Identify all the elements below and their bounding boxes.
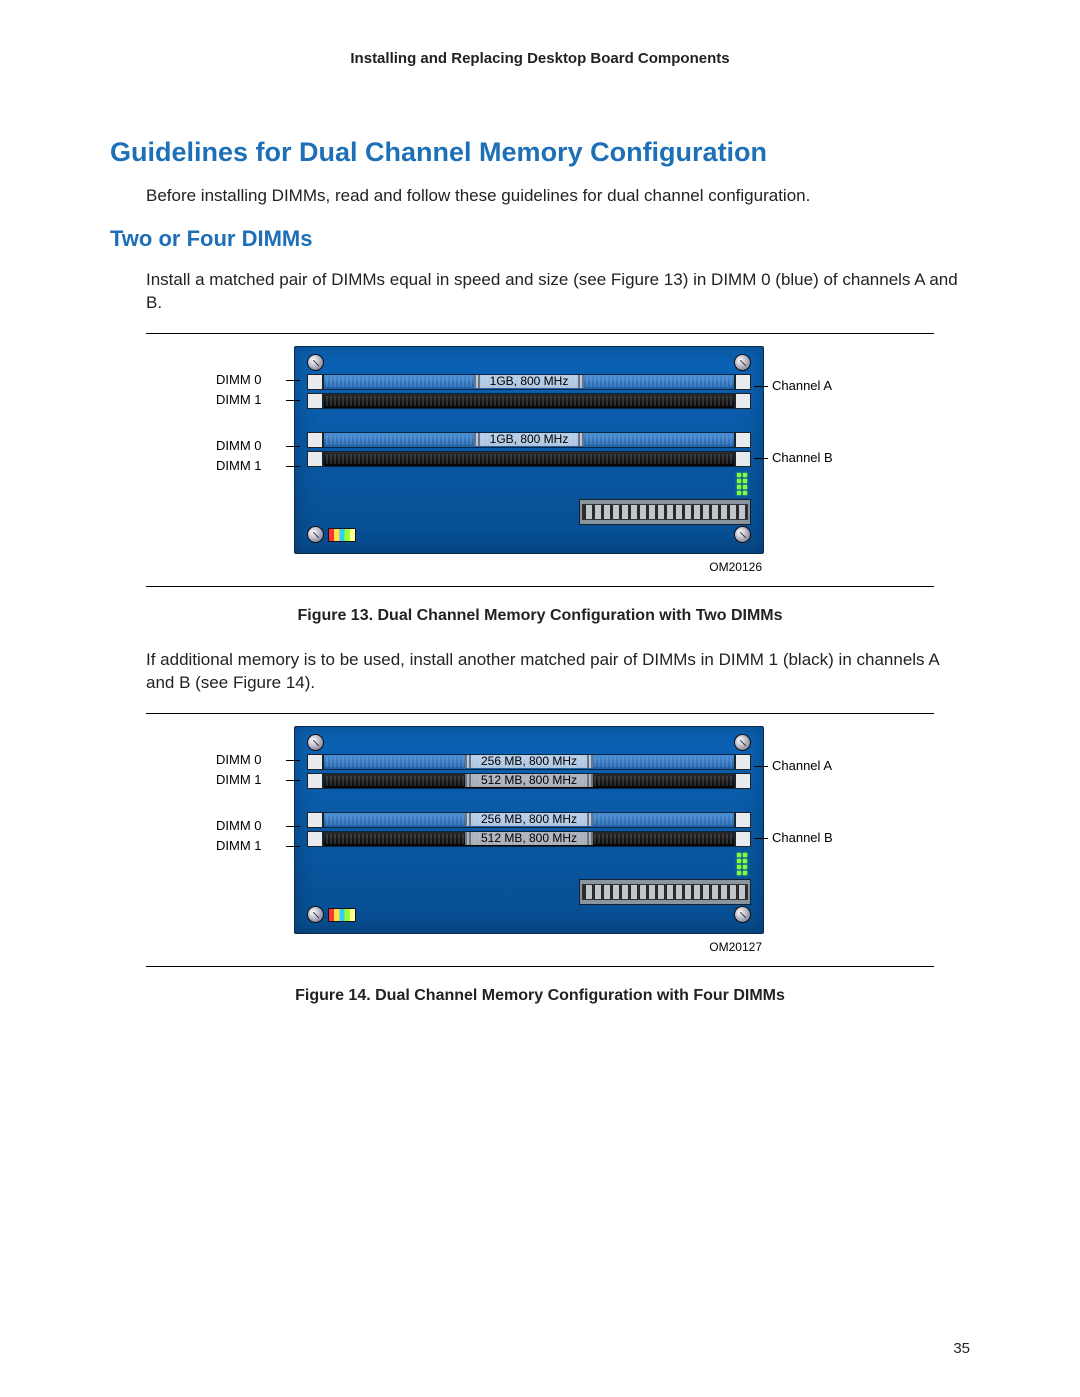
dimm-clip-icon (307, 831, 323, 847)
dimm-slot (323, 451, 735, 467)
channel-label: Channel B (772, 448, 864, 468)
paragraph-1: Install a matched pair of DIMMs equal in… (146, 269, 970, 315)
diagram-four-dimms: DIMM 0 DIMM 1 DIMM 0 DIMM 1 (146, 726, 934, 954)
channel-a-slots: 256 MB, 800 MHz 512 MB, 800 MHz (307, 754, 751, 789)
dimm-clip-icon (307, 754, 323, 770)
paragraph-2: If additional memory is to be used, inst… (146, 649, 970, 695)
dimm-clip-icon (735, 812, 751, 828)
screw-icon (307, 734, 324, 751)
left-labels: DIMM 0 DIMM 1 DIMM 0 DIMM 1 (216, 346, 294, 574)
front-panel-header-icon (328, 908, 356, 922)
dimm-label: DIMM 0 (216, 816, 294, 836)
dimm-clip-icon (307, 451, 323, 467)
dimm-clip-icon (307, 432, 323, 448)
dimm-label: DIMM 1 (216, 390, 294, 410)
rule-top-fig13 (146, 333, 934, 334)
rule-bottom-fig13 (146, 586, 934, 587)
memory-label: 512 MB, 800 MHz (465, 832, 593, 845)
power-connector-icon (579, 879, 751, 905)
dimm-slot: 512 MB, 800 MHz (323, 831, 735, 847)
figure-14-caption: Figure 14. Dual Channel Memory Configura… (110, 987, 970, 1005)
dimm-slot: 256 MB, 800 MHz (323, 812, 735, 828)
dimm-clip-icon (735, 773, 751, 789)
dimm-label: DIMM 0 (216, 370, 294, 390)
dimm-slot (323, 393, 735, 409)
rule-bottom-fig14 (146, 966, 934, 967)
dimm-clip-icon (735, 393, 751, 409)
dimm-clip-icon (735, 831, 751, 847)
channel-label: Channel A (772, 756, 864, 776)
channel-label: Channel B (772, 828, 864, 848)
channel-a-slots: 1GB, 800 MHz (307, 374, 751, 409)
screw-icon (307, 354, 324, 371)
dimm-slot: 256 MB, 800 MHz (323, 754, 735, 770)
screw-icon (307, 906, 324, 923)
led-block-icon (737, 473, 747, 495)
dimm-clip-icon (735, 451, 751, 467)
power-connector-icon (579, 499, 751, 525)
board-pcb: 256 MB, 800 MHz 512 MB, 800 MHz (294, 726, 764, 934)
page-title: Guidelines for Dual Channel Memory Confi… (110, 137, 970, 168)
dimm-clip-icon (735, 374, 751, 390)
screw-icon (307, 526, 324, 543)
dimm-clip-icon (307, 374, 323, 390)
page-number: 35 (953, 1340, 970, 1357)
intro-paragraph: Before installing DIMMs, read and follow… (146, 185, 970, 208)
dimm-clip-icon (735, 432, 751, 448)
diagram-two-dimms: DIMM 0 DIMM 1 DIMM 0 DIMM 1 (146, 346, 934, 574)
running-header: Installing and Replacing Desktop Board C… (110, 50, 970, 67)
right-labels: Channel A Channel B (764, 726, 864, 954)
figure-id: OM20126 (294, 560, 762, 574)
front-panel-header-icon (328, 528, 356, 542)
dimm-clip-icon (307, 393, 323, 409)
memory-label: 1GB, 800 MHz (474, 375, 585, 388)
screw-icon (734, 906, 751, 923)
figure-14: DIMM 0 DIMM 1 DIMM 0 DIMM 1 (146, 726, 934, 954)
right-labels: Channel A Channel B (764, 346, 864, 574)
board-pcb: 1GB, 800 MHz 1GB, 800 MHz (294, 346, 764, 554)
dimm-label: DIMM 1 (216, 770, 294, 790)
screw-icon (734, 354, 751, 371)
dimm-clip-icon (307, 812, 323, 828)
led-block-icon (737, 853, 747, 875)
dimm-slot: 512 MB, 800 MHz (323, 773, 735, 789)
left-labels: DIMM 0 DIMM 1 DIMM 0 DIMM 1 (216, 726, 294, 954)
dimm-slot: 1GB, 800 MHz (323, 374, 735, 390)
dimm-slot: 1GB, 800 MHz (323, 432, 735, 448)
channel-label: Channel A (772, 376, 864, 396)
memory-label: 256 MB, 800 MHz (465, 755, 593, 768)
section-heading: Two or Four DIMMs (110, 226, 970, 252)
rule-top-fig14 (146, 713, 934, 714)
dimm-label: DIMM 0 (216, 750, 294, 770)
dimm-label: DIMM 0 (216, 436, 294, 456)
dimm-label: DIMM 1 (216, 836, 294, 856)
figure-13-caption: Figure 13. Dual Channel Memory Configura… (110, 607, 970, 625)
channel-b-slots: 256 MB, 800 MHz 512 MB, 800 MHz (307, 812, 751, 847)
dimm-clip-icon (735, 754, 751, 770)
memory-label: 256 MB, 800 MHz (465, 813, 593, 826)
screw-icon (734, 526, 751, 543)
figure-13: DIMM 0 DIMM 1 DIMM 0 DIMM 1 (146, 346, 934, 574)
figure-id: OM20127 (294, 940, 762, 954)
channel-b-slots: 1GB, 800 MHz (307, 432, 751, 467)
dimm-label: DIMM 1 (216, 456, 294, 476)
memory-label: 512 MB, 800 MHz (465, 774, 593, 787)
memory-label: 1GB, 800 MHz (474, 433, 585, 446)
screw-icon (734, 734, 751, 751)
dimm-clip-icon (307, 773, 323, 789)
